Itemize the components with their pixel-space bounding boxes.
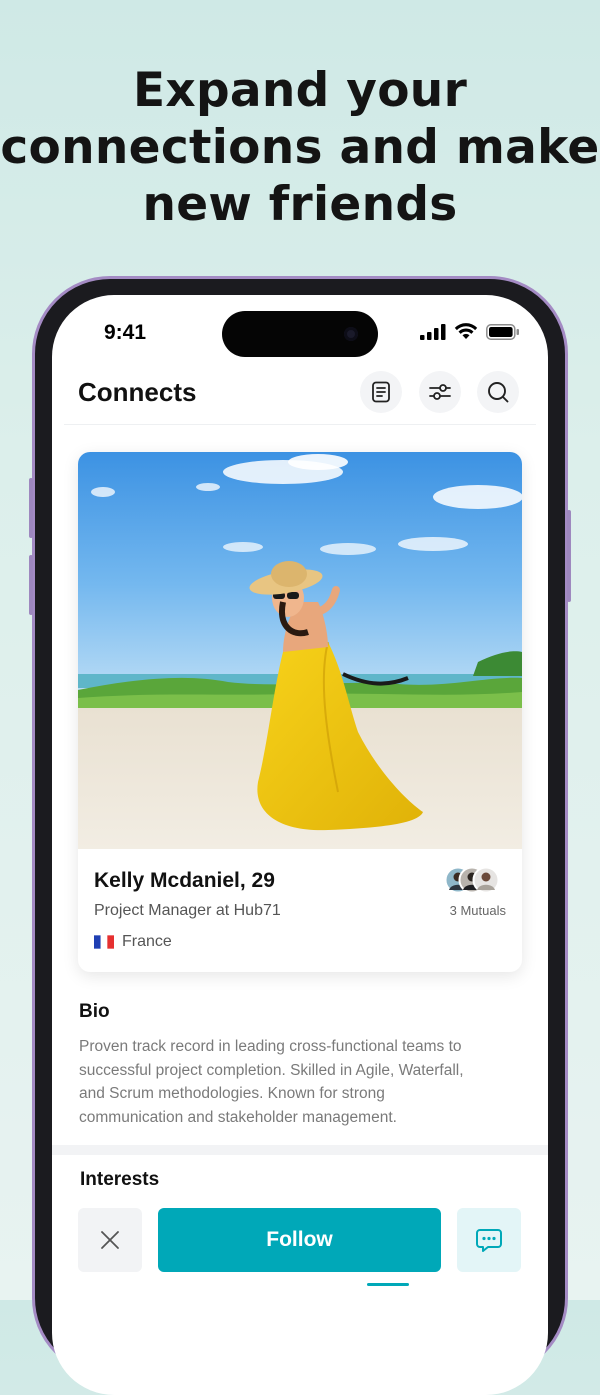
profile-photo — [78, 452, 522, 849]
headline-line-2: connections and make — [0, 120, 600, 175]
bio-heading: Bio — [79, 1001, 110, 1022]
cellular-signal-icon — [420, 323, 446, 340]
section-divider — [52, 1145, 548, 1155]
action-bar: Follow — [52, 1200, 548, 1280]
status-icons — [420, 323, 520, 340]
wifi-icon — [454, 323, 478, 339]
phone-side-button — [29, 555, 33, 615]
search-icon — [488, 382, 509, 403]
camera-icon — [344, 327, 358, 341]
profile-job: Project Manager at Hub71 — [94, 902, 281, 919]
bio-line: successful project completion. Skilled i… — [79, 1061, 464, 1079]
bio-text: Proven track record in leading cross-fun… — [79, 1035, 519, 1129]
close-icon — [101, 1231, 119, 1249]
dynamic-island — [222, 311, 378, 357]
bio-line: communication and stakeholder management… — [79, 1108, 397, 1126]
headline-line-1: Expand your — [132, 63, 468, 118]
filter-sliders-icon — [429, 384, 451, 400]
phone-side-button — [567, 510, 571, 602]
bio-line: Proven track record in leading cross-fun… — [79, 1038, 462, 1055]
notebook-button[interactable] — [360, 371, 402, 413]
notebook-icon — [372, 381, 390, 403]
filter-button[interactable] — [419, 371, 461, 413]
country-label: France — [122, 933, 172, 950]
mutuals-count: 3 Mutuals — [449, 903, 506, 918]
header-divider — [64, 424, 536, 425]
promo-headline: Expand your connections and make new fri… — [0, 62, 600, 233]
chat-bubble-icon — [476, 1229, 502, 1252]
status-time: 9:41 — [104, 321, 147, 344]
page-title: Connects — [78, 377, 197, 407]
bio-line: and Scrum methodologies. Known for stron… — [79, 1085, 385, 1102]
interests-heading: Interests — [80, 1169, 160, 1190]
profile-name: Kelly Mcdaniel, 29 — [94, 869, 275, 892]
mutual-avatars[interactable] — [444, 866, 504, 894]
follow-button[interactable]: Follow — [158, 1208, 441, 1272]
tab-indicator — [367, 1283, 409, 1286]
profile-card[interactable]: Kelly Mcdaniel, 29 Project Manager at Hu… — [78, 452, 522, 972]
profile-country: France — [94, 933, 172, 951]
search-button[interactable] — [477, 371, 519, 413]
chat-button[interactable] — [457, 1208, 521, 1272]
phone-side-button — [29, 478, 33, 538]
battery-icon — [486, 323, 519, 340]
headline-line-3: new friends — [142, 177, 458, 232]
phone-screen: 9:41 Connects Kelly Mcdaniel, 29 Project… — [52, 295, 548, 1395]
france-flag-icon — [94, 935, 114, 949]
dismiss-button[interactable] — [78, 1208, 142, 1272]
